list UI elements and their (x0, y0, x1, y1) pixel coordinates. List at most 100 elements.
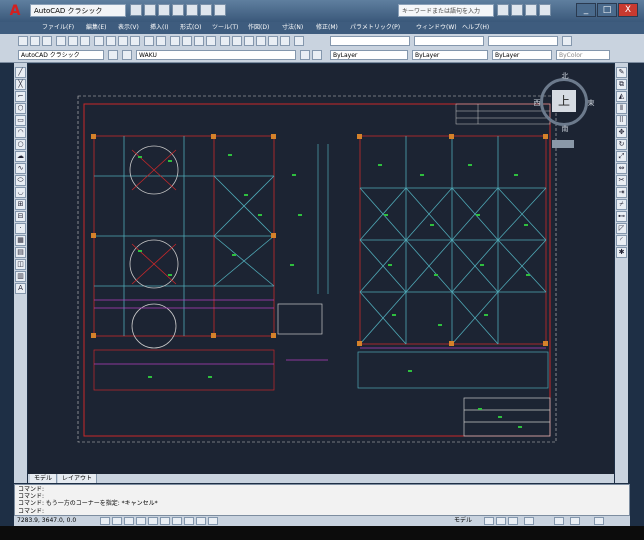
cut-icon[interactable] (94, 36, 104, 46)
print-icon[interactable] (56, 36, 66, 46)
region-icon[interactable]: ◫ (15, 259, 26, 270)
menu-window[interactable]: ウィンドウ(W) (416, 22, 457, 34)
annotation-scale-icon[interactable] (524, 517, 534, 525)
revcloud-icon[interactable]: ☁ (15, 151, 26, 162)
publish-icon[interactable] (80, 36, 90, 46)
plotstyle-dropdown[interactable]: ByColor (556, 50, 610, 60)
explode-icon[interactable]: ✱ (616, 247, 627, 258)
mtext-icon[interactable]: A (15, 283, 26, 294)
copy-icon[interactable] (106, 36, 116, 46)
ortho-toggle-icon[interactable] (124, 517, 134, 525)
circle-icon[interactable]: ○ (15, 139, 26, 150)
help-icon[interactable] (539, 4, 551, 16)
redo-tb-icon[interactable] (156, 36, 166, 46)
menu-help[interactable]: ヘルプ(H) (462, 22, 489, 34)
pan-icon[interactable] (170, 36, 180, 46)
workspace-dropdown[interactable]: AutoCAD クラシック (30, 4, 126, 17)
save-file-icon[interactable] (42, 36, 52, 46)
compass-west[interactable]: 西 (532, 98, 542, 108)
sheet-set-icon[interactable] (256, 36, 266, 46)
qnew-icon[interactable] (18, 36, 28, 46)
fillet-icon[interactable]: ◜ (616, 235, 627, 246)
mirror-icon[interactable]: ◭ (616, 91, 627, 102)
offset-icon[interactable]: ⫴ (616, 103, 627, 114)
scale-icon[interactable]: ⤢ (616, 151, 627, 162)
gradient-icon[interactable]: ▤ (15, 247, 26, 258)
make-block-icon[interactable]: ⊟ (15, 211, 26, 222)
ellipse-icon[interactable]: ⬭ (15, 175, 26, 186)
viewcube-top-face[interactable]: 上 (552, 90, 576, 112)
grid-toggle-icon[interactable] (112, 517, 122, 525)
compass-south[interactable]: 南 (559, 124, 571, 134)
table-icon[interactable]: ▥ (15, 271, 26, 282)
spline-icon[interactable]: ∿ (15, 163, 26, 174)
preview-icon[interactable] (68, 36, 78, 46)
zoom-realtime-icon[interactable] (182, 36, 192, 46)
otrack-toggle-icon[interactable] (160, 517, 170, 525)
minimize-button[interactable]: _ (576, 3, 596, 17)
tab-layout[interactable]: レイアウト (58, 474, 98, 483)
wcs-menu-button[interactable] (552, 140, 574, 148)
menu-draw[interactable]: 作図(D) (248, 22, 269, 34)
dim-style-dropdown[interactable] (414, 36, 484, 46)
design-center-icon[interactable] (232, 36, 242, 46)
table-style-dropdown[interactable] (488, 36, 558, 46)
layer-dropdown[interactable]: WAKU (136, 50, 296, 60)
calculator-icon[interactable] (280, 36, 290, 46)
search-input[interactable]: キーワードまたは語句を入力 (398, 4, 494, 17)
menu-tools[interactable]: ツール(T) (212, 22, 238, 34)
dyn-toggle-icon[interactable] (184, 517, 194, 525)
new-icon[interactable] (130, 4, 142, 16)
tab-model[interactable]: モデル (30, 474, 58, 483)
snap-toggle-icon[interactable] (100, 517, 110, 525)
clean-screen-icon[interactable] (594, 517, 604, 525)
save-icon[interactable] (158, 4, 170, 16)
open-icon[interactable] (144, 4, 156, 16)
layer-previous-icon[interactable] (312, 50, 322, 60)
text-style-dropdown[interactable] (330, 36, 410, 46)
layer-properties-icon[interactable] (122, 50, 132, 60)
menu-format[interactable]: 形式(O) (180, 22, 201, 34)
move-icon[interactable]: ✥ (616, 127, 627, 138)
saveas-icon[interactable] (172, 4, 184, 16)
trim-icon[interactable]: ✂ (616, 175, 627, 186)
plot-icon[interactable] (214, 4, 226, 16)
construction-line-icon[interactable]: ╳ (15, 79, 26, 90)
layout-grid-icon[interactable] (484, 517, 494, 525)
redo-icon[interactable] (200, 4, 212, 16)
exchange-icon[interactable] (525, 4, 537, 16)
menu-dimension[interactable]: 寸法(N) (282, 22, 303, 34)
open-file-icon[interactable] (30, 36, 40, 46)
help-tb-icon[interactable] (294, 36, 304, 46)
lock-icon[interactable] (570, 517, 580, 525)
zoom-status-icon[interactable] (508, 517, 518, 525)
maximize-button[interactable]: □ (597, 3, 617, 17)
polygon-icon[interactable]: ⬡ (15, 103, 26, 114)
line-icon[interactable]: ╱ (15, 67, 26, 78)
extend-icon[interactable]: ⇥ (616, 187, 627, 198)
menu-file[interactable]: ファイル(F) (42, 22, 74, 34)
osnap-toggle-icon[interactable] (148, 517, 158, 525)
break-icon[interactable]: ⌿ (616, 199, 627, 210)
multileader-icon[interactable] (562, 36, 572, 46)
ellipse-arc-icon[interactable]: ◡ (15, 187, 26, 198)
search-icon[interactable] (497, 4, 509, 16)
polar-toggle-icon[interactable] (136, 517, 146, 525)
arc-icon[interactable]: ◠ (15, 127, 26, 138)
copy-object-icon[interactable]: ⧉ (616, 79, 627, 90)
markup-icon[interactable] (268, 36, 278, 46)
linetype-dropdown[interactable]: ByLayer (412, 50, 488, 60)
match-properties-icon[interactable] (130, 36, 140, 46)
zoom-window-icon[interactable] (194, 36, 204, 46)
workspace-switch-icon[interactable] (554, 517, 564, 525)
properties-icon[interactable] (220, 36, 230, 46)
pan-status-icon[interactable] (496, 517, 506, 525)
color-dropdown[interactable]: ByLayer (330, 50, 408, 60)
make-current-icon[interactable] (300, 50, 310, 60)
undo-icon[interactable] (186, 4, 198, 16)
insert-block-icon[interactable]: ⊞ (15, 199, 26, 210)
subscription-icon[interactable] (511, 4, 523, 16)
lineweight-dropdown[interactable]: ByLayer (492, 50, 552, 60)
compass-east[interactable]: 東 (586, 98, 596, 108)
model-space-label[interactable]: モデル (454, 517, 472, 525)
